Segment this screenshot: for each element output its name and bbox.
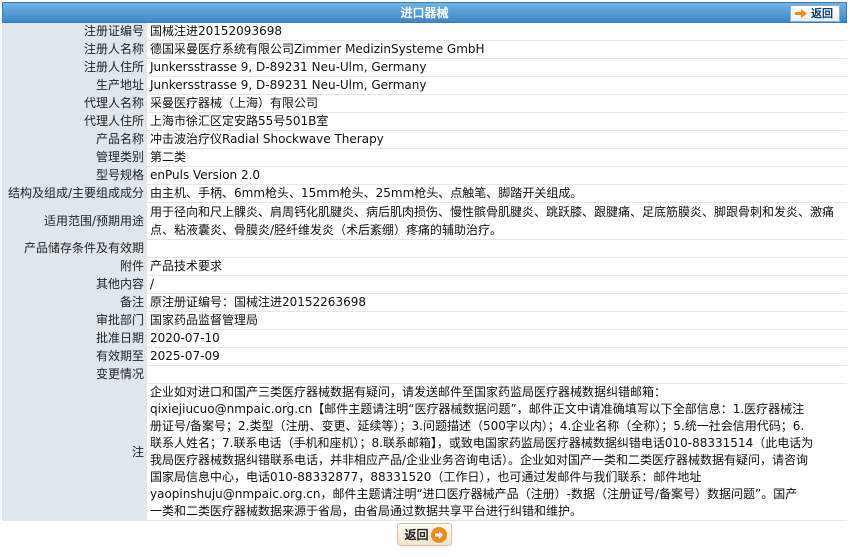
row-value: 采曼医疗器械（上海）有限公司 bbox=[147, 94, 847, 113]
row-label: 注册人住所 bbox=[2, 58, 147, 77]
row-label: 附件 bbox=[2, 257, 147, 276]
row-label: 注 bbox=[2, 383, 147, 521]
row-value: 由主机、手柄、6mm枪头、15mm枪头、25mm枪头、点触笔、脚踏开关组成。 bbox=[147, 184, 847, 203]
row-value: Junkersstrasse 9, D-89231 Neu-Ulm, Germa… bbox=[147, 58, 847, 77]
note-text: 企业如对进口和国产三类医疗器械数据有疑问，请发送邮件至国家药监局医疗器械数据纠错… bbox=[147, 383, 847, 521]
note-line: 企业如对进口和国产三类医疗器械数据有疑问，请发送邮件至国家药监局医疗器械数据纠错… bbox=[150, 385, 667, 399]
row-label: 其他内容 bbox=[2, 275, 147, 294]
arrow-right-icon bbox=[795, 9, 807, 18]
table-row: 管理类别 第二类 bbox=[2, 148, 847, 167]
info-table: 注册证编号 国械注进20152093698 注册人名称 德国采曼医疗系统有限公司Zim… bbox=[2, 23, 847, 521]
table-row: 附件 产品技术要求 bbox=[2, 257, 847, 276]
row-label: 批准日期 bbox=[2, 329, 147, 348]
row-value: 德国采曼医疗系统有限公司Zimmer MedizinSysteme GmbH bbox=[147, 40, 847, 59]
back-button-bottom-label: 返回 bbox=[404, 528, 429, 542]
row-label: 代理人住所 bbox=[2, 112, 147, 131]
table-row: 审批部门 国家药品监督管理局 bbox=[2, 311, 847, 330]
row-value: Junkersstrasse 9, D-89231 Neu-Ulm, Germa… bbox=[147, 76, 847, 95]
row-label: 型号规格 bbox=[2, 166, 147, 185]
circle-arrow-icon bbox=[430, 526, 447, 543]
row-label: 产品名称 bbox=[2, 130, 147, 149]
row-value: / bbox=[147, 275, 847, 294]
row-value: 用于径向和尺上髁炎、肩周钙化肌腱炎、病后肌肉损伤、慢性髌骨肌腱炎、跳跃膝、跟腱痛… bbox=[147, 202, 847, 240]
row-label: 适用范围/预期用途 bbox=[2, 202, 147, 240]
note-line: 一类和二类医疗器械数据来源于省局，由省局通过数据共享平台进行纠错和维护。 bbox=[150, 504, 583, 518]
row-label: 产品储存条件及有效期 bbox=[2, 239, 147, 258]
row-label: 审批部门 bbox=[2, 311, 147, 330]
table-row: 变更情况 bbox=[2, 365, 847, 384]
page-title: 进口器械 bbox=[400, 6, 449, 20]
row-value: 国械注进20152093698 bbox=[147, 23, 847, 41]
row-label: 注册证编号 bbox=[2, 23, 147, 41]
table-row: 批准日期 2020-07-10 bbox=[2, 329, 847, 348]
row-label: 代理人名称 bbox=[2, 94, 147, 113]
row-value bbox=[147, 365, 847, 384]
row-value: 2020-07-10 bbox=[147, 329, 847, 348]
table-row: 代理人名称 采曼医疗器械（上海）有限公司 bbox=[2, 94, 847, 113]
row-value: 产品技术要求 bbox=[147, 257, 847, 276]
note-line: 联系人姓名；7.联系电话（手机和座机）；8.联系邮箱】，或致电国家药监局医疗器械… bbox=[150, 436, 814, 450]
detail-panel: 进口器械 返回 注册证编号 国械注进20152093698 注册人名称 德国采曼医疗系… bbox=[2, 2, 847, 555]
row-value: 第二类 bbox=[147, 148, 847, 167]
table-row: 产品储存条件及有效期 bbox=[2, 239, 847, 258]
note-line: qixiejiucuo@nmpaic.org.cn【邮件主题请注明“医疗器械数据… bbox=[150, 402, 805, 416]
row-value: 国家药品监督管理局 bbox=[147, 311, 847, 330]
table-row: 结构及组成/主要组成成分 由主机、手柄、6mm枪头、15mm枪头、25mm枪头、点… bbox=[2, 184, 847, 203]
footer: 返回 bbox=[2, 521, 847, 548]
row-label: 有效期至 bbox=[2, 347, 147, 366]
table-row: 备注 原注册证编号：国械注进20152263698 bbox=[2, 293, 847, 312]
table-row: 产品名称 冲击波治疗仪Radial Shockwave Therapy bbox=[2, 130, 847, 149]
row-value: 2025-07-09 bbox=[147, 347, 847, 366]
note-line: 我局医疗器械数据纠错联系电话，并非相应产品/企业业务咨询电话）。企业如对国产一类… bbox=[150, 453, 809, 467]
note-line: 册证号/备案号；2.类型（注册、变更、延续等）；3.问题描述（500字以内）；4… bbox=[150, 419, 805, 433]
table-row: 型号规格 enPuls Version 2.0 bbox=[2, 166, 847, 185]
table-row: 代理人住所 上海市徐汇区定安路55号501B室 bbox=[2, 112, 847, 131]
table-row-note: 注 企业如对进口和国产三类医疗器械数据有疑问，请发送邮件至国家药监局医疗器械数据… bbox=[2, 383, 847, 521]
table-row: 注册证编号 国械注进20152093698 bbox=[2, 23, 847, 41]
table-row: 其他内容 / bbox=[2, 275, 847, 294]
row-label: 结构及组成/主要组成成分 bbox=[2, 184, 147, 203]
row-value: enPuls Version 2.0 bbox=[147, 166, 847, 185]
note-line: 国家局信息中心，电话010-88332877，88331520（工作日），也可通… bbox=[150, 470, 702, 484]
row-label: 注册人名称 bbox=[2, 40, 147, 59]
row-value: 上海市徐汇区定安路55号501B室 bbox=[147, 112, 847, 131]
row-label: 变更情况 bbox=[2, 365, 147, 384]
table-row: 有效期至 2025-07-09 bbox=[2, 347, 847, 366]
back-button-top-label: 返回 bbox=[811, 7, 833, 20]
table-row-scope: 适用范围/预期用途 用于径向和尺上髁炎、肩周钙化肌腱炎、病后肌肉损伤、慢性髌骨肌… bbox=[2, 202, 847, 240]
row-value: 冲击波治疗仪Radial Shockwave Therapy bbox=[147, 130, 847, 149]
back-button-bottom[interactable]: 返回 bbox=[397, 523, 452, 546]
table-row: 生产地址 Junkersstrasse 9, D-89231 Neu-Ulm, G… bbox=[2, 76, 847, 95]
row-label: 生产地址 bbox=[2, 76, 147, 95]
row-label: 备注 bbox=[2, 293, 147, 312]
row-value: 原注册证编号：国械注进20152263698 bbox=[147, 293, 847, 312]
row-label: 管理类别 bbox=[2, 148, 147, 167]
note-line: yaopinshuju@nmpaic.org.cn，邮件主题请注明“进口医疗器械… bbox=[150, 487, 798, 501]
back-button-top[interactable]: 返回 bbox=[790, 5, 840, 22]
row-value bbox=[147, 239, 847, 258]
table-row: 注册人住所 Junkersstrasse 9, D-89231 Neu-Ulm, … bbox=[2, 58, 847, 77]
title-bar: 进口器械 返回 bbox=[2, 2, 847, 23]
table-row: 注册人名称 德国采曼医疗系统有限公司Zimmer MedizinSysteme G… bbox=[2, 40, 847, 59]
